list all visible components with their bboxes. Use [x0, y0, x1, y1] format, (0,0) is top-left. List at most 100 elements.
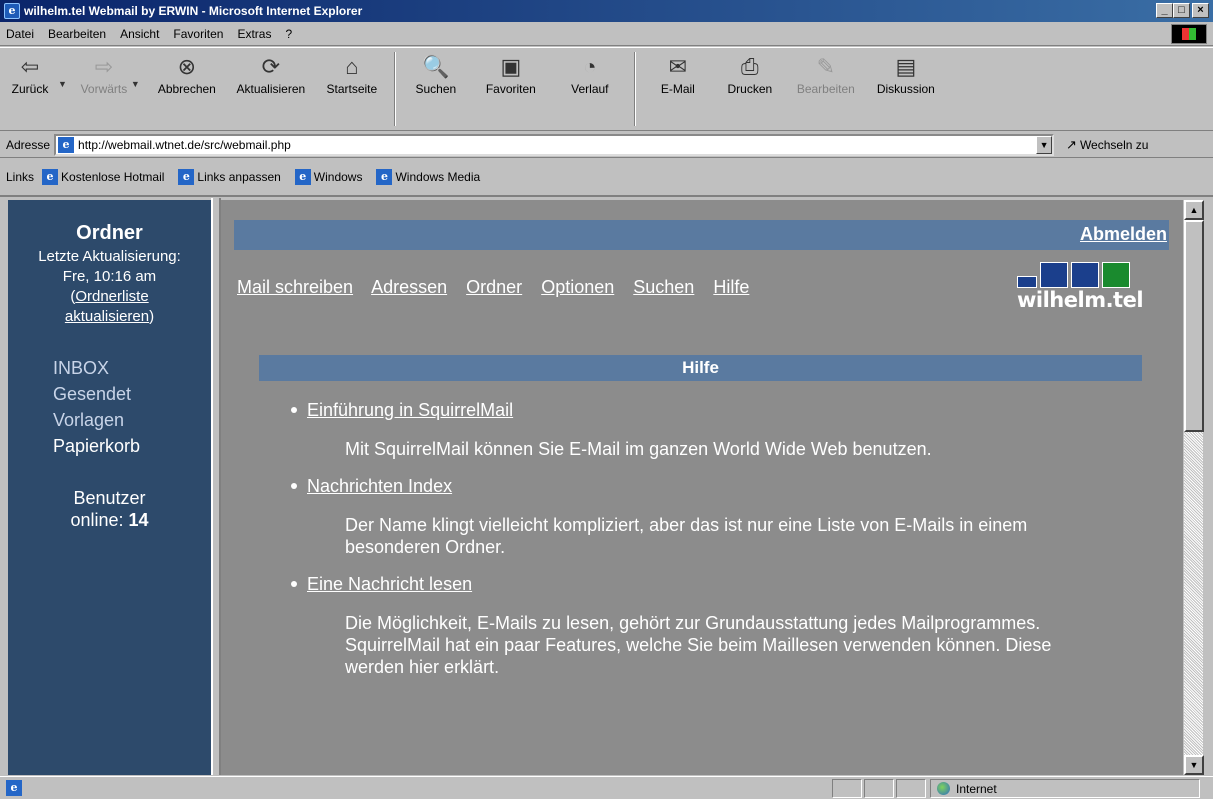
refresh-folders-link-2[interactable]: aktualisieren [65, 308, 149, 325]
logout-link[interactable]: Abmelden [1080, 224, 1167, 245]
link-label: Windows Media [395, 170, 481, 184]
search-icon: 🔍 [422, 54, 450, 79]
edit-button[interactable]: ✎ Bearbeiten [786, 50, 866, 128]
globe-icon [937, 782, 950, 795]
refresh-button[interactable]: ⟳ Aktualisieren [226, 50, 316, 128]
window-title-bar: e wilhelm.tel Webmail by ERWIN - Microso… [0, 0, 1213, 22]
history-button[interactable]: ◔ Verlauf [552, 50, 628, 128]
frame-splitter[interactable] [211, 198, 221, 775]
scroll-up-icon[interactable]: ▲ [1184, 200, 1204, 220]
maximize-button[interactable]: □ [1173, 3, 1190, 18]
print-label: Drucken [727, 82, 773, 96]
nav-compose[interactable]: Mail schreiben [237, 277, 353, 297]
users-label: Benutzer [73, 488, 146, 508]
bullet-icon [291, 483, 297, 489]
back-label: Zurück [11, 82, 49, 96]
forward-dropdown-icon[interactable]: ▼ [131, 79, 140, 89]
minimize-button[interactable]: _ [1156, 3, 1173, 18]
users-online-count: 14 [128, 510, 149, 530]
home-button[interactable]: ⌂ Startseite [316, 50, 388, 128]
menu-bar: Datei Bearbeiten Ansicht Favoriten Extra… [0, 22, 1213, 46]
discuss-button[interactable]: ▤ Diskussion [866, 50, 946, 128]
close-button[interactable]: × [1192, 3, 1209, 18]
help-desc: Mit SquirrelMail können Sie E-Mail im ga… [345, 439, 932, 459]
help-title-bar: Hilfe [259, 355, 1142, 381]
forward-button[interactable]: ⇨ Vorwärts [75, 50, 133, 128]
discuss-label: Diskussion [876, 82, 935, 96]
history-label: Verlauf [571, 82, 609, 96]
scroll-thumb[interactable] [1184, 220, 1204, 432]
browser-content: Ordner Letzte Aktualisierung: Fre, 10:16… [0, 198, 1213, 775]
search-label: Suchen [415, 82, 457, 96]
home-label: Startseite [326, 82, 378, 96]
menu-datei[interactable]: Datei [6, 27, 34, 41]
last-update-time: Fre, 10:16 am [62, 268, 157, 285]
security-zone: Internet [930, 779, 1200, 798]
paren-close: ) [149, 308, 155, 325]
page-status-icon: e [6, 780, 22, 796]
users-online-label: online: [70, 510, 124, 530]
link-label: Kostenlose Hotmail [61, 170, 165, 184]
folder-title: Ordner [76, 222, 143, 244]
menu-bearbeiten[interactable]: Bearbeiten [48, 27, 106, 41]
nav-help[interactable]: Hilfe [713, 277, 749, 297]
nav-options[interactable]: Optionen [541, 277, 614, 297]
stop-button[interactable]: ⊗ Abbrechen [148, 50, 226, 128]
favorites-button[interactable]: ▣ Favoriten [470, 50, 552, 128]
main-nav: Mail schreiben Adressen Ordner Optionen … [237, 277, 763, 298]
mail-button[interactable]: ✉ E-Mail [642, 50, 714, 128]
discussion-icon: ▤ [895, 54, 917, 79]
help-link-index[interactable]: Nachrichten Index [307, 476, 452, 497]
address-label: Adresse [6, 137, 51, 152]
stop-label: Abbrechen [157, 82, 216, 96]
address-dropdown-icon[interactable]: ▼ [1036, 135, 1053, 154]
vertical-scrollbar[interactable]: ▲ ▼ [1183, 200, 1204, 775]
nav-folders[interactable]: Ordner [466, 277, 522, 297]
toolbar: ⇦ Zurück ▼ ⇨ Vorwärts ▼ ⊗ Abbrechen ⟳ Ak… [0, 47, 1213, 131]
last-update: Letzte Aktualisierung: Fre, 10:16 am (Or… [8, 247, 211, 327]
edit-icon: ✎ [816, 54, 836, 79]
bullet-icon [291, 581, 297, 587]
print-button[interactable]: ⎙ Drucken [714, 50, 786, 128]
list-item: Eine Nachricht lesen Die Möglichkeit, E-… [291, 572, 1151, 678]
stop-icon: ⊗ [177, 54, 197, 79]
link-hotmail[interactable]: e Kostenlose Hotmail [42, 169, 164, 185]
menu-extras[interactable]: Extras [237, 27, 271, 41]
help-link-intro[interactable]: Einführung in SquirrelMail [307, 400, 513, 421]
search-button[interactable]: 🔍 Suchen [402, 50, 470, 128]
go-arrow-icon: ↗ [1066, 136, 1077, 152]
page-icon: e [294, 169, 311, 185]
menu-favoriten[interactable]: Favoriten [173, 27, 223, 41]
bullet-icon [291, 407, 297, 413]
scroll-down-icon[interactable]: ▼ [1184, 755, 1204, 775]
link-label: Windows [313, 170, 363, 184]
link-windows-media[interactable]: e Windows Media [376, 169, 480, 185]
address-input[interactable]: e http://webmail.wtnet.de/src/webmail.ph… [54, 133, 1055, 156]
back-button[interactable]: ⇦ Zurück [0, 50, 60, 128]
favorites-folder-icon: ▣ [500, 54, 522, 79]
address-bar: Adresse e http://webmail.wtnet.de/src/we… [0, 132, 1213, 158]
folder-frame: Ordner Letzte Aktualisierung: Fre, 10:16… [8, 200, 211, 775]
last-update-label: Letzte Aktualisierung: [38, 248, 181, 265]
folder-drafts[interactable]: Vorlagen [53, 407, 211, 433]
refresh-label: Aktualisieren [236, 82, 306, 96]
folder-trash[interactable]: Papierkorb [53, 433, 211, 459]
back-dropdown-icon[interactable]: ▼ [58, 79, 67, 89]
zone-label: Internet [956, 781, 997, 796]
folder-sent[interactable]: Gesendet [53, 381, 211, 407]
link-customize[interactable]: e Links anpassen [178, 169, 281, 185]
link-windows[interactable]: e Windows [294, 169, 363, 185]
menu-ansicht[interactable]: Ansicht [120, 27, 159, 41]
go-label: Wechseln zu [1079, 137, 1149, 152]
nav-search[interactable]: Suchen [633, 277, 694, 297]
menu-help[interactable]: ? [285, 27, 292, 41]
folder-inbox[interactable]: INBOX [53, 355, 211, 381]
nav-addresses[interactable]: Adressen [371, 277, 447, 297]
list-item: Einführung in SquirrelMail Mit SquirrelM… [291, 398, 1151, 460]
help-link-read[interactable]: Eine Nachricht lesen [307, 574, 472, 595]
forward-label: Vorwärts [80, 82, 128, 96]
refresh-folders-link[interactable]: Ordnerliste [75, 288, 148, 305]
address-url[interactable]: http://webmail.wtnet.de/src/webmail.php [78, 138, 291, 152]
go-button[interactable]: ↗ Wechseln zu [1066, 137, 1148, 153]
status-bar: e Internet [0, 776, 1213, 799]
